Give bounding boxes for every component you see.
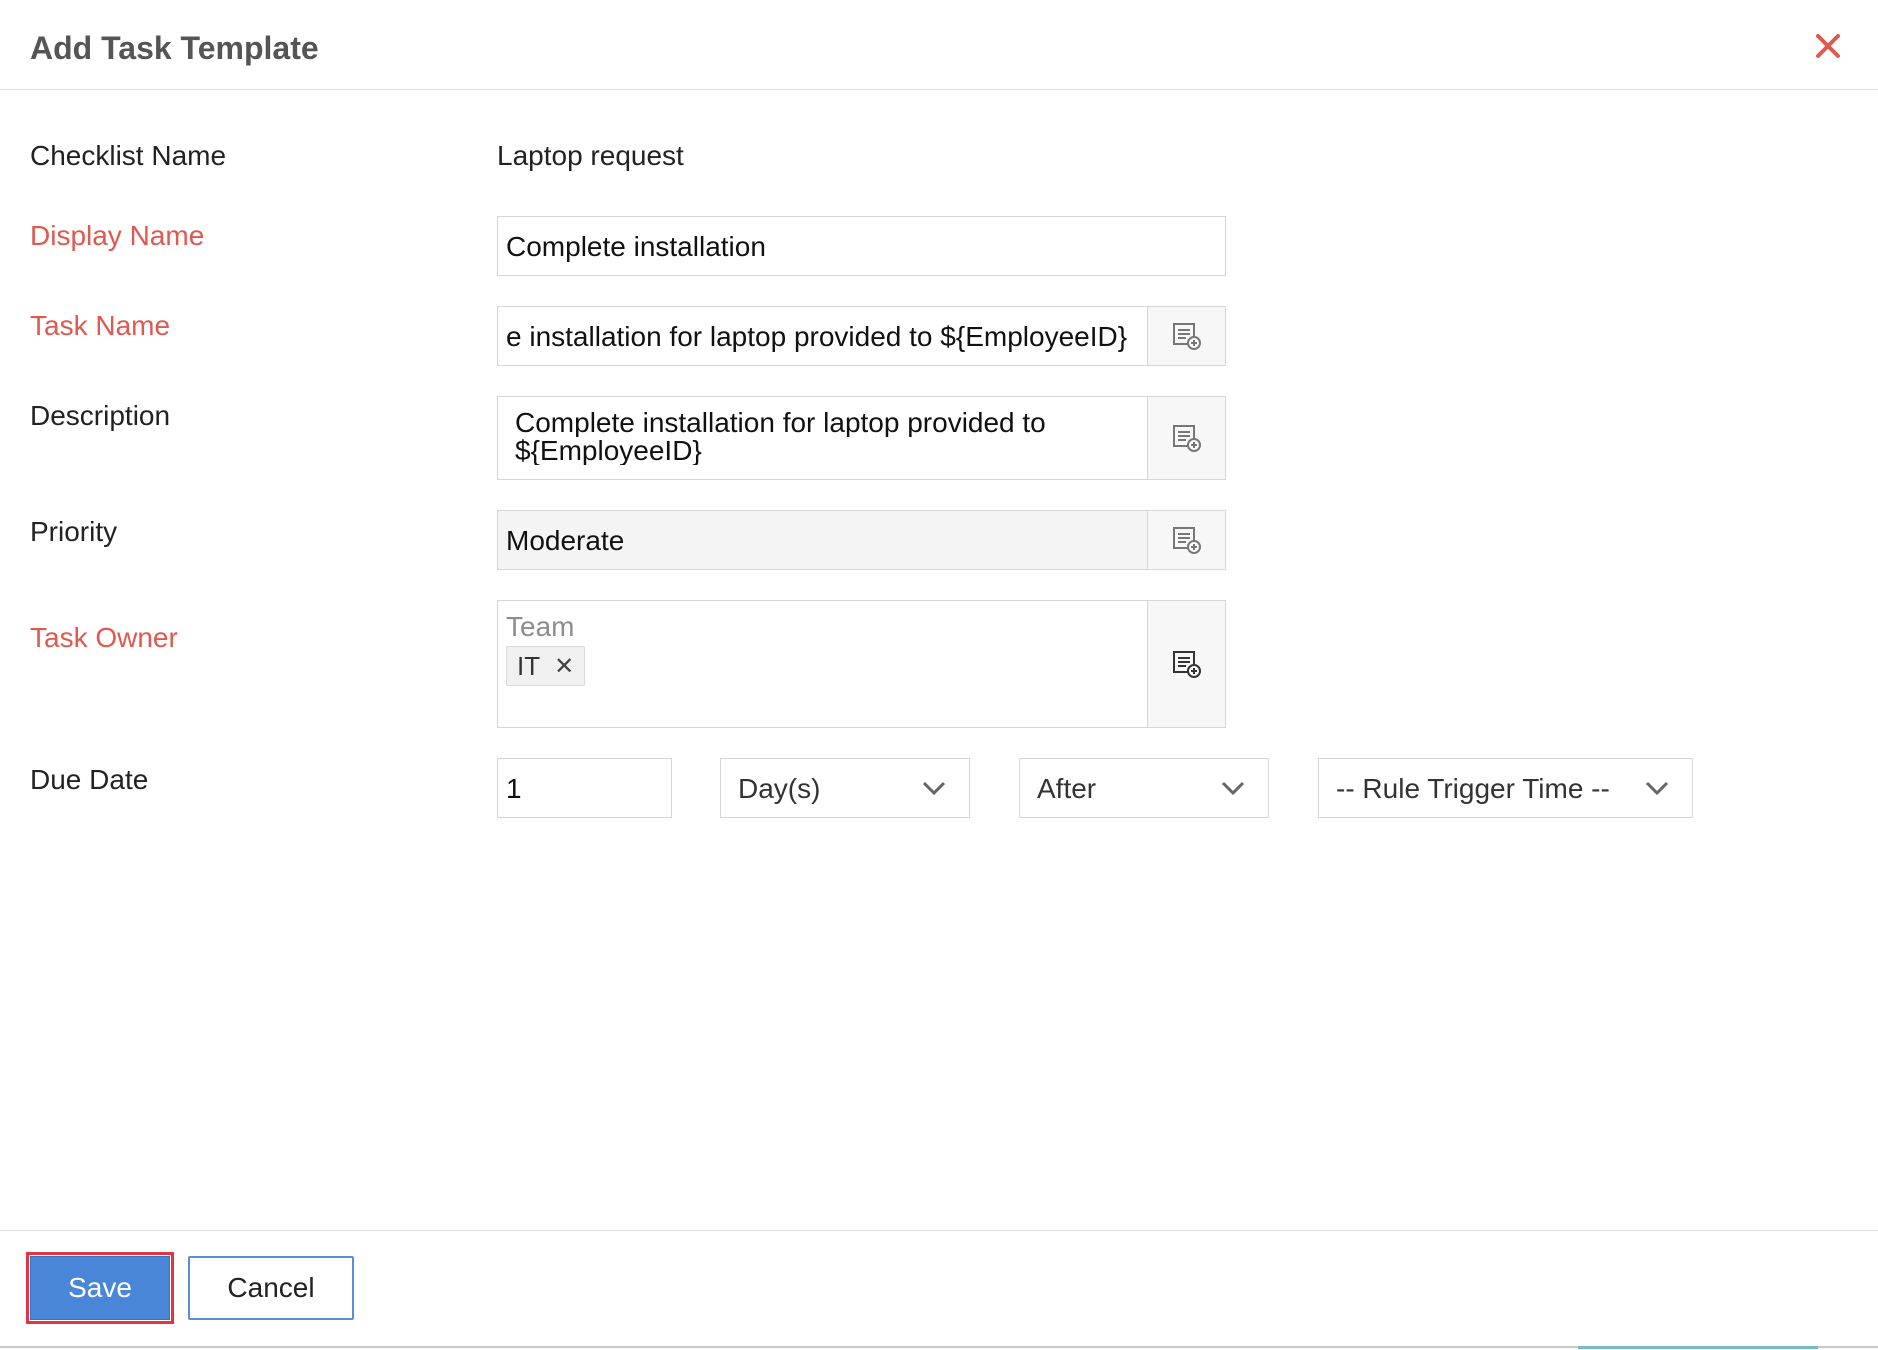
description-textarea[interactable]: Complete installation for laptop provide…: [497, 396, 1226, 480]
save-button[interactable]: Save: [26, 1252, 174, 1324]
checklist-name-label: Checklist Name: [30, 140, 227, 171]
task-owner-input[interactable]: Team IT ✕: [497, 600, 1226, 728]
checklist-name-value: Laptop request: [497, 140, 684, 171]
chevron-down-icon: [922, 781, 946, 796]
insert-variable-icon: [1172, 527, 1201, 554]
due-date-unit-value: Day(s): [738, 773, 821, 804]
priority-insert-variable-button[interactable]: [1147, 511, 1225, 569]
insert-variable-icon: [1172, 323, 1201, 350]
cancel-button[interactable]: Cancel: [188, 1256, 354, 1320]
due-date-reference-select[interactable]: -- Rule Trigger Time --: [1318, 758, 1693, 818]
dialog-title: Add Task Template: [30, 30, 319, 66]
due-date-reference-value: -- Rule Trigger Time --: [1336, 773, 1610, 804]
chip-remove-icon[interactable]: ✕: [554, 652, 574, 681]
chip-label: IT: [517, 650, 541, 681]
dialog-header: Add Task Template: [0, 0, 1878, 90]
task-name-value: e installation for laptop provided to ${…: [506, 321, 1128, 352]
priority-value: Moderate: [506, 525, 625, 556]
task-name-input[interactable]: e installation for laptop provided to ${…: [497, 306, 1226, 366]
description-insert-variable-button[interactable]: [1147, 397, 1225, 479]
due-date-label: Due Date: [30, 764, 149, 795]
task-owner-label: Task Owner: [30, 622, 178, 653]
task-owner-insert-variable-button[interactable]: [1147, 601, 1225, 727]
priority-label: Priority: [30, 516, 118, 547]
due-date-unit-select[interactable]: Day(s): [720, 758, 970, 818]
due-date-count-value: 1: [506, 773, 522, 804]
insert-variable-icon: [1172, 425, 1201, 452]
description-label: Description: [30, 400, 171, 431]
display-name-value: Complete installation: [506, 231, 766, 262]
display-name-label: Display Name: [30, 220, 205, 251]
description-line-1: Complete installation for laptop provide…: [515, 409, 1046, 437]
insert-variable-icon: [1172, 651, 1201, 678]
due-date-relation-value: After: [1037, 773, 1097, 804]
display-name-input[interactable]: Complete installation: [497, 216, 1226, 276]
chevron-down-icon: [1645, 781, 1669, 796]
description-line-2: ${EmployeeID}: [515, 437, 702, 465]
chevron-down-icon: [1221, 781, 1245, 796]
close-icon[interactable]: [1810, 28, 1846, 64]
bottom-accent-bar: [1578, 1346, 1818, 1349]
task-name-insert-variable-button[interactable]: [1147, 307, 1225, 365]
due-date-count-input[interactable]: 1: [497, 758, 672, 818]
task-owner-chip: IT ✕: [506, 646, 586, 686]
due-date-relation-select[interactable]: After: [1019, 758, 1269, 818]
task-name-label: Task Name: [30, 310, 171, 341]
task-owner-placeholder: Team: [506, 611, 575, 642]
priority-field[interactable]: Moderate: [497, 510, 1226, 570]
